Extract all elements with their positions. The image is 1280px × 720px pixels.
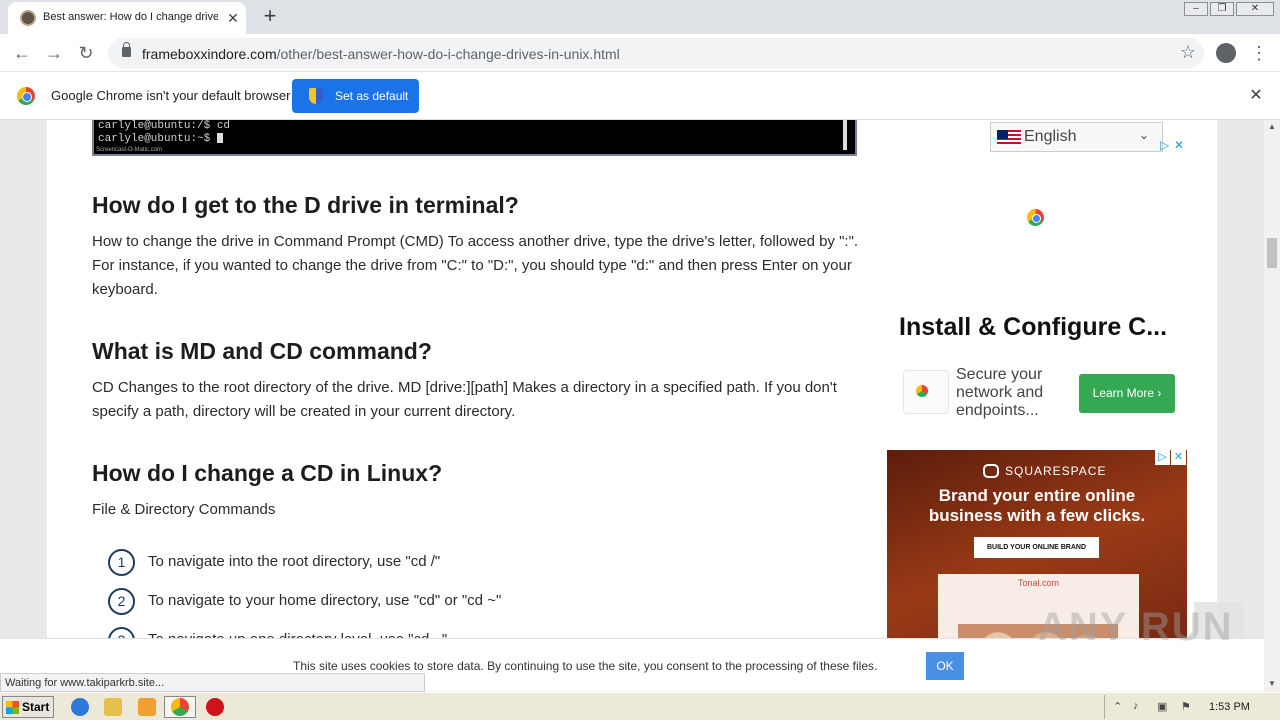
ad-headline-line-2: business with a few clicks. — [928, 506, 1146, 525]
flag-icon[interactable]: ⚑ — [1181, 700, 1191, 713]
tab-strip: Best answer: How do I change drive ✕ + –… — [0, 0, 1280, 34]
section-body: CD Changes to the root directory of the … — [92, 379, 837, 420]
step-text: To navigate to your home directory, use … — [148, 592, 502, 609]
browser-tab[interactable]: Best answer: How do I change drive ✕ — [8, 2, 246, 34]
profile-avatar-icon[interactable] — [1216, 43, 1236, 63]
ad-subtitle: Secure your network and endpoints... — [956, 366, 1044, 419]
window-close-button[interactable]: ✕ — [1236, 2, 1274, 16]
start-label: Start — [22, 700, 50, 714]
stop-icon[interactable] — [206, 698, 224, 716]
section-heading: What is MD and CD command? — [92, 338, 432, 364]
url-path: /other/best-answer-how-do-i-change-drive… — [276, 46, 620, 62]
browser-toolbar: ← → ↻ frameboxxindore.com/other/best-ans… — [0, 34, 1280, 72]
url-text[interactable]: frameboxxindore.com/other/best-answer-ho… — [142, 46, 620, 62]
terminal-cursor — [216, 133, 223, 144]
terminal-line-1: carlyle@ubuntu:/$ cd — [98, 120, 231, 132]
kebab-menu-icon[interactable]: ⋮ — [1250, 41, 1268, 65]
ad-title[interactable]: Install & Configure C... — [899, 313, 1167, 342]
windows-taskbar: Start ⌃ ♪ ▣ ⚑ 1:53 PM — [0, 692, 1280, 720]
windows-logo-icon — [6, 701, 19, 714]
scroll-up-icon[interactable]: ▲ — [1264, 120, 1280, 134]
url-host: frameboxxindore.com — [142, 46, 277, 62]
cookie-message: This site uses cookies to store data. By… — [293, 659, 878, 673]
media-player-icon[interactable] — [138, 698, 156, 716]
ad-headline-line-1: Brand your entire online — [938, 486, 1136, 505]
scroll-down-icon[interactable]: ▼ — [1264, 677, 1280, 691]
scrollbar-thumb[interactable] — [1267, 238, 1277, 268]
minimize-button[interactable]: – — [1184, 2, 1208, 16]
step-text: To navigate into the root directory, use… — [148, 553, 441, 570]
terminal-scrollbar — [843, 120, 847, 150]
step-number: 1 — [108, 549, 135, 576]
uk-flag-icon — [997, 130, 1021, 146]
infobar-close-icon[interactable]: ✕ — [1246, 86, 1266, 106]
ad-close-icon[interactable]: ✕ — [1171, 450, 1186, 465]
chrome-logo-icon — [17, 87, 35, 105]
squarespace-logo-icon — [983, 464, 999, 478]
tray-expand-icon[interactable]: ⌃ — [1113, 700, 1122, 713]
tab-close-icon[interactable]: ✕ — [224, 9, 242, 27]
chrome-logo-icon — [1027, 209, 1044, 226]
terminal-screenshot: carlyle@ubuntu:/$ cd carlyle@ubuntu:~$ S… — [92, 120, 857, 156]
cookie-ok-button[interactable]: OK — [926, 652, 964, 680]
clock: 1:53 PM — [1209, 701, 1250, 713]
tab-title: Best answer: How do I change drive — [43, 11, 218, 23]
set-as-default-label: Set as default — [335, 89, 409, 103]
reload-icon[interactable]: ↻ — [74, 41, 98, 65]
new-tab-button[interactable]: + — [258, 4, 282, 28]
chevron-down-icon: ⌄ — [1139, 128, 1150, 142]
adchoices-icon[interactable]: ▷ — [1160, 138, 1169, 152]
learn-more-button[interactable]: Learn More › — [1079, 374, 1175, 413]
set-as-default-button[interactable]: Set as default — [292, 79, 419, 113]
adchoices-icon[interactable]: ▷ — [1155, 450, 1170, 465]
bookmark-star-icon[interactable]: ☆ — [1180, 42, 1196, 63]
ad-headline: Brand your entire online business with a… — [887, 486, 1187, 526]
ad-close-icon[interactable]: ✕ — [1174, 138, 1184, 152]
chrome-icon — [171, 698, 189, 716]
section-heading: How do I change a CD in Linux? — [92, 460, 443, 486]
folder-icon[interactable] — [104, 698, 122, 716]
network-icon[interactable]: ▣ — [1157, 700, 1167, 713]
ad-card-title: Tonal.com — [1017, 578, 1060, 588]
volume-icon[interactable]: ♪ — [1133, 700, 1139, 712]
site-favicon-icon — [20, 10, 36, 26]
ie-icon[interactable] — [71, 698, 89, 716]
language-label: English — [1024, 128, 1077, 145]
terminal-caption: Screencast-O-Matic.com — [96, 147, 163, 153]
restore-button[interactable]: ❐ — [1210, 2, 1234, 16]
default-browser-infobar: Google Chrome isn't your default browser… — [0, 72, 1280, 120]
forward-arrow-icon[interactable]: → — [42, 41, 66, 65]
terminal-line-2: carlyle@ubuntu:~$ — [98, 133, 217, 145]
address-bar[interactable]: frameboxxindore.com/other/best-answer-ho… — [108, 38, 1204, 68]
step-number: 2 — [108, 588, 135, 615]
back-arrow-icon[interactable]: ← — [10, 41, 34, 65]
build-brand-button[interactable]: BUILD YOUR ONLINE BRAND — [974, 537, 1099, 558]
language-selector[interactable]: English ⌄ — [990, 122, 1163, 152]
taskbar-chrome-button[interactable] — [164, 696, 196, 718]
watermark: ANY RUN — [1038, 605, 1234, 649]
section-body: File & Directory Commands — [92, 501, 276, 518]
page-scrollbar[interactable]: ▲ ▼ — [1264, 120, 1280, 691]
ad-thumbnail — [903, 370, 949, 414]
section-heading: How do I get to the D drive in terminal? — [92, 192, 519, 218]
start-button[interactable]: Start — [2, 696, 54, 718]
lock-icon — [122, 42, 131, 57]
section-body: How to change the drive in Command Promp… — [92, 233, 859, 298]
infobar-message: Google Chrome isn't your default browser — [51, 88, 291, 103]
ad-brand: SQUARESPACE — [1005, 464, 1107, 478]
status-bubble: Waiting for www.takiparkrb.site... — [0, 673, 425, 692]
uac-shield-icon — [309, 88, 323, 104]
system-tray: ⌃ ♪ ▣ ⚑ 1:53 PM — [1104, 695, 1280, 719]
